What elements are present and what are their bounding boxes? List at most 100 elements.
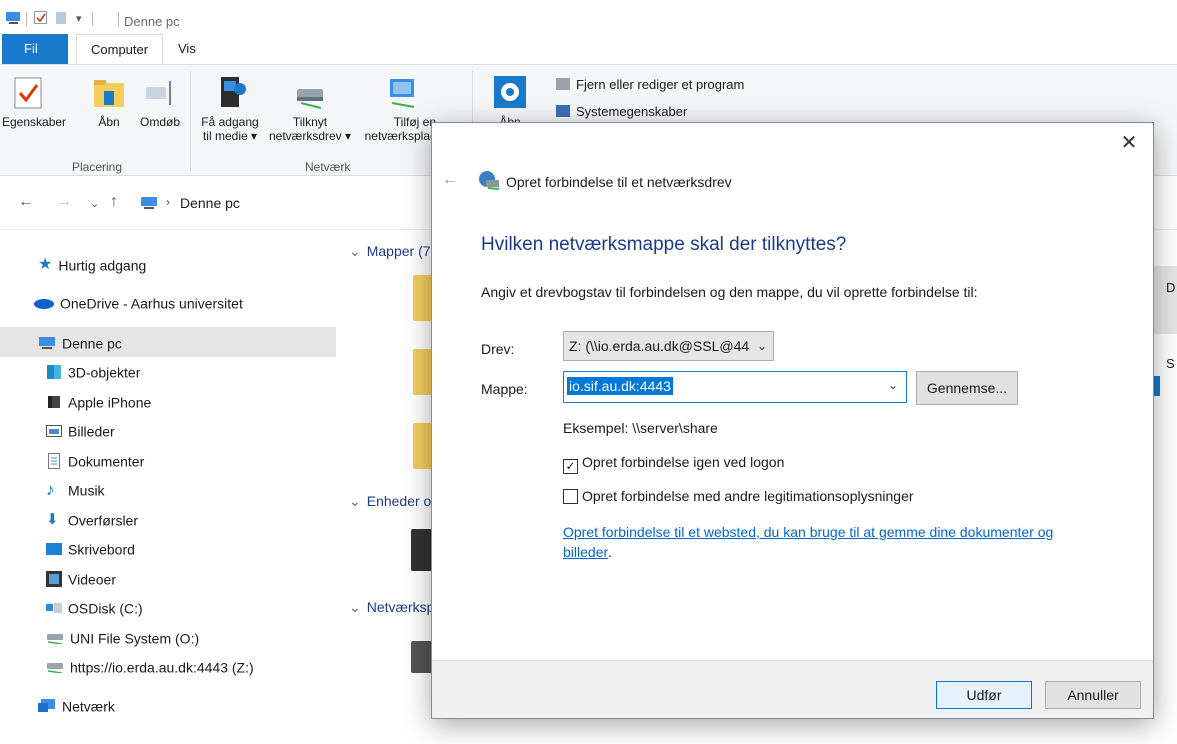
- map-network-drive-dialog: ✕ ← Opret forbindelse til et netværksdre…: [431, 122, 1154, 719]
- nav-item-music[interactable]: ♪ Musik: [46, 474, 105, 504]
- computer-icon: [39, 337, 55, 350]
- group-label-network: Netværk: [305, 160, 351, 174]
- rename-button[interactable]: Omdøb: [138, 77, 182, 129]
- map-network-drive-button[interactable]: Tilknyt netværksdrev ▾: [264, 75, 356, 143]
- title-bar: ▾ Denne pc: [0, 0, 1177, 34]
- computer-icon: [141, 197, 157, 209]
- desktop-icon: [46, 543, 62, 556]
- group-header-folders[interactable]: ⌄ Mapper (7: [349, 243, 431, 260]
- network-drive-icon: [47, 663, 63, 674]
- media-icon: [221, 77, 246, 107]
- network-drive-icon: [297, 89, 323, 109]
- nav-item-quick-access[interactable]: ★ Hurtig adgang: [38, 249, 146, 279]
- cloud-icon: [34, 299, 54, 310]
- rename-icon: [146, 81, 171, 105]
- chevron-down-icon: ⌄: [756, 339, 767, 353]
- nav-item-onedrive[interactable]: OneDrive - Aarhus universitet: [34, 287, 243, 317]
- nav-item-3d-objects[interactable]: 3D-objekter: [46, 356, 140, 386]
- website-storage-link[interactable]: Opret forbindelse til et websted, du kan…: [563, 522, 1103, 562]
- nav-item-desktop[interactable]: Skrivebord: [46, 533, 135, 563]
- chevron-down-icon: ⌄: [349, 493, 361, 509]
- group-label-location: Placering: [72, 160, 123, 174]
- nav-item-uni-file-system[interactable]: UNI File System (O:): [46, 622, 199, 652]
- breadcrumb-chevron-icon[interactable]: ›: [166, 195, 170, 209]
- folder-label: Mappe:: [481, 381, 528, 397]
- system-properties-button[interactable]: Systemegenskaber: [556, 104, 687, 119]
- folder-quick-icon[interactable]: [56, 11, 68, 25]
- phone-icon: [48, 396, 60, 409]
- nav-item-this-pc[interactable]: Denne pc: [0, 327, 336, 357]
- chevron-down-icon: ⌄: [349, 599, 361, 615]
- nav-item-videos[interactable]: Videoer: [46, 563, 116, 593]
- nav-item-erda-drive[interactable]: https://io.erda.au.dk:4443 (Z:): [46, 651, 254, 681]
- group-header-network-locations[interactable]: ⌄ Netværksp: [349, 599, 434, 616]
- nav-item-os-disk[interactable]: OSDisk (C:): [46, 592, 143, 622]
- recent-locations-chevron-icon[interactable]: ⌄: [90, 197, 99, 210]
- chevron-down-icon[interactable]: ⌄: [888, 378, 898, 392]
- star-icon: ★: [38, 256, 53, 274]
- drive-label: Drev:: [481, 341, 515, 357]
- checkbox-checked[interactable]: ✓: [563, 459, 578, 474]
- progress-edge: [1154, 376, 1160, 396]
- properties-quick-icon[interactable]: [34, 11, 48, 25]
- system-icon: [556, 105, 570, 117]
- add-network-location-button[interactable]: Tilføj en netværksplac: [356, 75, 436, 143]
- network-drive-icon: [47, 634, 63, 645]
- close-icon[interactable]: ✕: [1119, 133, 1139, 153]
- tab-fil[interactable]: Fil: [2, 34, 68, 64]
- tab-computer[interactable]: Computer: [76, 34, 164, 65]
- properties-icon: [14, 77, 42, 109]
- forward-arrow-icon[interactable]: →: [56, 193, 72, 211]
- drive-letter-select[interactable]: Z: (\\io.erda.au.dk@SSL@44 ⌄: [563, 331, 774, 361]
- selected-tile-edge: [1154, 266, 1177, 334]
- nav-item-downloads[interactable]: ⬇ Overførsler: [46, 504, 138, 534]
- ribbon-tabs: Fil Computer Vis: [0, 34, 1177, 65]
- network-icon: [38, 699, 55, 713]
- open-button[interactable]: Åbn: [92, 77, 126, 129]
- music-icon: ♪: [46, 480, 55, 500]
- access-media-button[interactable]: Få adgang til medie ▾: [198, 75, 262, 143]
- document-icon: [48, 453, 60, 470]
- up-arrow-icon[interactable]: ↑: [110, 193, 118, 211]
- computer-icon: [6, 12, 20, 24]
- properties-button[interactable]: Egenskaber: [2, 77, 66, 129]
- back-arrow-icon[interactable]: ←: [442, 171, 458, 189]
- video-icon: [46, 571, 62, 588]
- open-folder-icon: [94, 80, 124, 107]
- folder-path-input[interactable]: io.sif.au.dk:4443 ⌄: [563, 371, 907, 403]
- cancel-button[interactable]: Annuller: [1045, 681, 1141, 709]
- reconnect-checkbox[interactable]: ✓ Opret forbindelse igen ved logon: [563, 453, 784, 474]
- nav-item-pictures[interactable]: Billeder: [46, 415, 115, 445]
- network-location-icon: [390, 79, 415, 108]
- back-arrow-icon[interactable]: ←: [18, 193, 34, 211]
- cube-icon: [47, 365, 61, 380]
- nav-item-documents[interactable]: Dokumenter: [46, 445, 144, 475]
- chevron-down-icon: ⌄: [349, 243, 361, 259]
- window-title: Denne pc: [124, 14, 180, 29]
- os-drive-icon: [46, 603, 62, 614]
- folder-path-value[interactable]: io.sif.au.dk:4443: [567, 377, 673, 395]
- navigation-pane: ★ Hurtig adgang OneDrive - Aarhus univers…: [0, 231, 340, 744]
- checkbox-unchecked[interactable]: [563, 489, 578, 504]
- nav-item-network[interactable]: Netværk: [38, 690, 115, 720]
- programs-icon: [556, 78, 570, 90]
- open-settings-button[interactable]: Åbn: [492, 75, 528, 129]
- group-header-devices[interactable]: ⌄ Enheder o: [349, 493, 431, 510]
- download-icon: ⬇: [46, 511, 59, 529]
- uninstall-program-button[interactable]: Fjern eller rediger et program: [556, 77, 744, 92]
- other-credentials-checkbox[interactable]: Opret forbindelse med andre legitimation…: [563, 487, 914, 505]
- pictures-icon: [46, 425, 62, 438]
- browse-button[interactable]: Gennemse...: [916, 371, 1018, 405]
- nav-item-apple-iphone[interactable]: Apple iPhone: [46, 386, 151, 416]
- settings-gear-icon: [494, 76, 526, 108]
- customize-quick-access-icon[interactable]: ▾: [76, 12, 82, 25]
- edge-text: D: [1166, 280, 1176, 295]
- breadcrumb-path[interactable]: Denne pc: [180, 195, 240, 211]
- example-text: Eksempel: \\server\share: [563, 420, 718, 436]
- drive-letter-value: Z: (\\io.erda.au.dk@SSL@44: [569, 338, 750, 354]
- finish-button[interactable]: Udfør: [936, 681, 1032, 709]
- tab-vis[interactable]: Vis: [164, 34, 210, 64]
- dialog-instruction: Angiv et drevbogstav til forbindelsen og…: [481, 284, 978, 300]
- network-drive-icon: [479, 171, 500, 190]
- address-input[interactable]: › Denne pc: [132, 188, 432, 218]
